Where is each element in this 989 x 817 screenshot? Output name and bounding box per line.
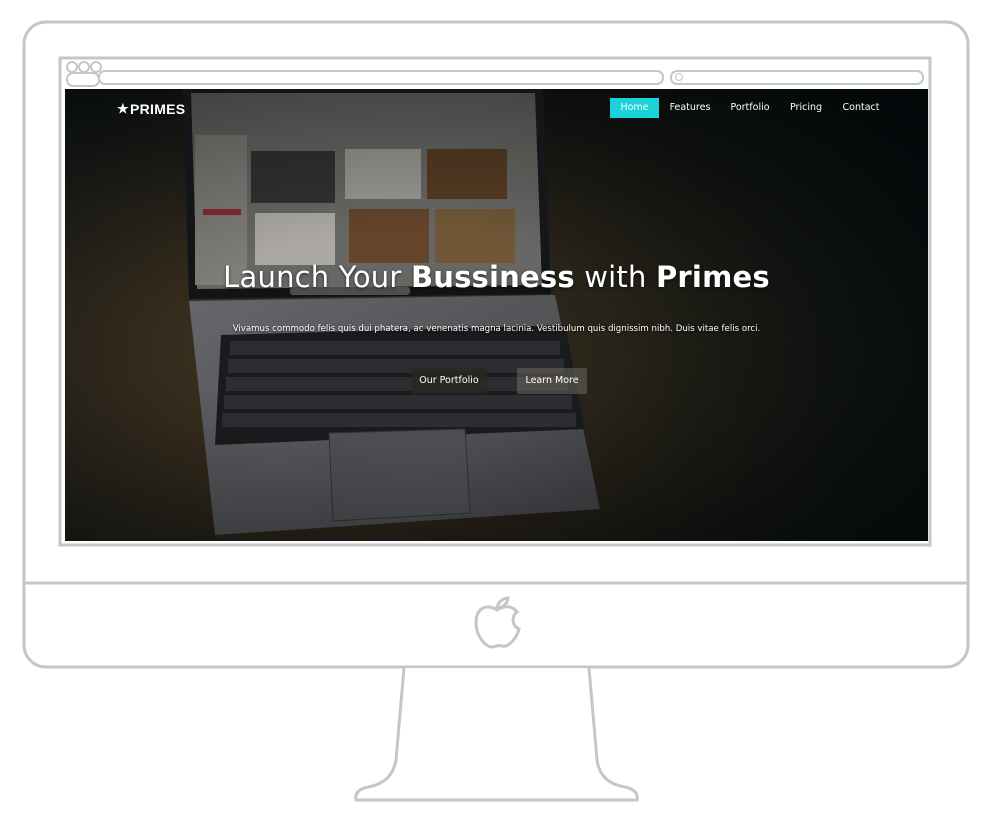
address-bar[interactable]: [98, 70, 664, 85]
website-screen: ★ PRIMES Home Features Portfolio Pricing…: [65, 89, 928, 541]
browser-toolbar: [62, 60, 928, 88]
hero-heading-part2: with: [574, 260, 656, 294]
browser-search-bar[interactable]: [670, 70, 924, 85]
learn-more-button[interactable]: Learn More: [517, 368, 587, 394]
hero-heading-part1: Launch Your: [223, 260, 411, 294]
nav-item-home[interactable]: Home: [610, 98, 659, 118]
site-logo[interactable]: ★ PRIMES: [117, 100, 185, 118]
star-icon: ★: [117, 101, 129, 116]
hero-description: Vivamus commodo felis quis dui phatera, …: [232, 324, 761, 334]
hero-heading-bold1: Bussiness: [410, 260, 575, 294]
nav-item-features[interactable]: Features: [665, 98, 715, 118]
nav-item-portfolio[interactable]: Portfolio: [725, 98, 775, 118]
browser-tab[interactable]: [66, 72, 100, 87]
hero-overlay: [65, 89, 928, 541]
our-portfolio-button[interactable]: Our Portfolio: [411, 368, 487, 394]
nav-item-contact[interactable]: Contact: [837, 98, 885, 118]
imac-mockup: ★ PRIMES Home Features Portfolio Pricing…: [0, 0, 989, 817]
logo-text: PRIMES: [129, 101, 186, 117]
nav-item-pricing[interactable]: Pricing: [783, 98, 829, 118]
search-icon: [675, 73, 683, 81]
hero-heading-bold2: Primes: [655, 260, 770, 294]
hero-heading: Launch Your Bussiness with Primes: [65, 260, 928, 294]
